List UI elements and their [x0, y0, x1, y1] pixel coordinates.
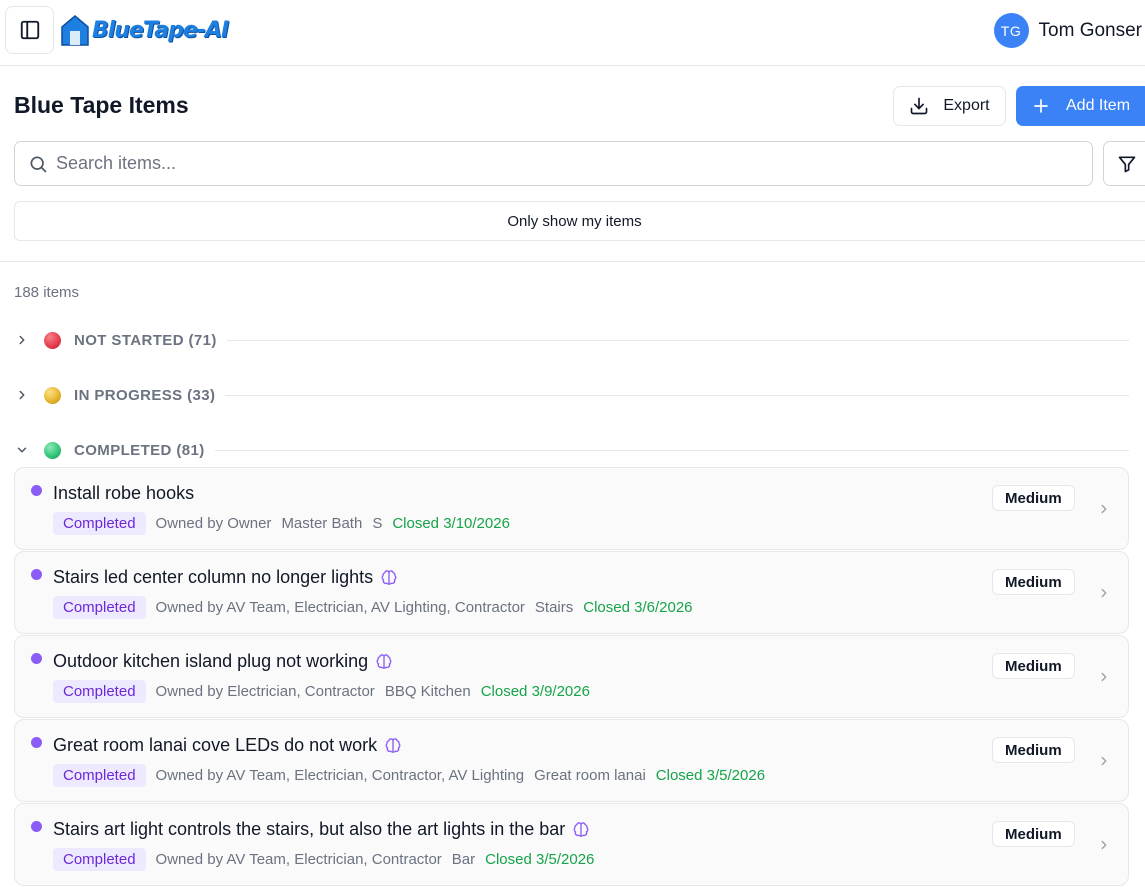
status-indicator-dot: [31, 485, 42, 496]
item-meta: Completed Owned by AV Team, Electrician,…: [53, 848, 594, 871]
sidebar-toggle-button[interactable]: [5, 6, 54, 54]
priority-badge: Medium: [992, 653, 1075, 679]
item-closed-date: Closed 3/10/2026: [392, 515, 510, 532]
add-item-button[interactable]: Add Item: [1016, 86, 1145, 126]
ai-brain-icon: [385, 737, 401, 753]
group-label: IN PROGRESS (33): [74, 386, 216, 404]
item-location: Master Bath: [281, 515, 363, 532]
group-completed[interactable]: COMPLETED (81): [14, 438, 1129, 462]
item-title: Install robe hooks: [53, 483, 195, 503]
status-indicator-dot: [31, 737, 42, 748]
group-in-progress[interactable]: IN PROGRESS (33): [14, 383, 1129, 407]
list-item[interactable]: Install robe hooks Completed Owned by Ow…: [14, 467, 1129, 550]
item-closed-date: Closed 3/9/2026: [480, 683, 590, 700]
sidebar-panel-icon: [20, 20, 39, 40]
chevron-right-icon[interactable]: [1097, 669, 1111, 685]
chevron-right-icon[interactable]: [1097, 837, 1111, 853]
list-item[interactable]: Stairs led center column no longer light…: [14, 551, 1129, 634]
chevron-right-icon: [19, 335, 25, 345]
priority-badge: Medium: [992, 821, 1075, 847]
group-not-started[interactable]: NOT STARTED (71): [14, 328, 1129, 352]
item-count: 188 items: [14, 284, 80, 301]
item-owner: Owned by Electrician, Contractor: [155, 683, 375, 700]
only-my-items-toggle[interactable]: Only show my items: [14, 201, 1145, 241]
priority-badge: Medium: [992, 737, 1075, 763]
item-title: Great room lanai cove LEDs do not work: [53, 735, 402, 756]
item-owner: Owned by AV Team, Electrician, AV Lighti…: [155, 599, 525, 616]
chevron-right-icon[interactable]: [1097, 585, 1111, 601]
item-title: Outdoor kitchen island plug not working: [53, 651, 393, 672]
export-button[interactable]: Export: [893, 86, 1006, 126]
status-badge: Completed: [53, 764, 146, 787]
user-name[interactable]: Tom Gonser: [1039, 20, 1142, 42]
status-dot-green: [44, 441, 61, 459]
status-badge: Completed: [53, 848, 146, 871]
filter-button[interactable]: [1103, 141, 1145, 186]
section-divider: [0, 261, 1145, 262]
item-extra: S: [372, 515, 383, 532]
export-label: Export: [943, 97, 990, 114]
list-item[interactable]: Stairs art light controls the stairs, bu…: [14, 803, 1129, 886]
status-indicator-dot: [31, 653, 42, 664]
item-owner: Owned by Owner: [155, 515, 272, 532]
priority-badge: Medium: [992, 569, 1075, 595]
list-item[interactable]: Great room lanai cove LEDs do not work C…: [14, 719, 1129, 802]
ai-brain-icon: [376, 653, 392, 669]
priority-badge: Medium: [992, 485, 1075, 511]
avatar[interactable]: TG: [993, 13, 1029, 48]
top-bar: BlueTape-AI TG Tom Gonser: [0, 0, 1145, 66]
search-box[interactable]: [14, 141, 1093, 186]
add-item-label: Add Item: [1066, 97, 1131, 114]
search-icon: [30, 156, 47, 172]
group-label: COMPLETED (81): [74, 441, 205, 459]
item-owner: Owned by AV Team, Electrician, Contracto…: [155, 767, 525, 784]
item-meta: Completed Owned by AV Team, Electrician,…: [53, 596, 693, 619]
status-badge: Completed: [53, 512, 146, 535]
filter-icon: [1118, 156, 1136, 172]
item-location: BBQ Kitchen: [384, 683, 471, 700]
chevron-down-icon: [17, 447, 27, 453]
item-location: Great room lanai: [534, 767, 646, 784]
plus-icon: [1034, 99, 1048, 113]
house-logo-icon: [61, 15, 89, 46]
item-closed-date: Closed 3/5/2026: [655, 767, 766, 784]
chevron-right-icon[interactable]: [1097, 753, 1111, 769]
item-owner: Owned by AV Team, Electrician, Contracto…: [155, 851, 442, 868]
app-logo[interactable]: BlueTape-AI: [60, 11, 229, 49]
item-location: Stairs: [534, 599, 574, 616]
list-item[interactable]: Outdoor kitchen island plug not working …: [14, 635, 1129, 718]
item-title: Stairs art light controls the stairs, bu…: [53, 819, 590, 840]
status-indicator-dot: [31, 821, 42, 832]
item-closed-date: Closed 3/5/2026: [485, 851, 595, 868]
chevron-right-icon[interactable]: [1097, 501, 1111, 517]
chevron-right-icon: [19, 390, 25, 400]
logo-text: BlueTape-AI: [92, 17, 229, 43]
status-badge: Completed: [53, 680, 146, 703]
item-meta: Completed Owned by Owner Master Bath S C…: [53, 512, 510, 535]
item-meta: Completed Owned by Electrician, Contract…: [53, 680, 590, 703]
page-title: Blue Tape Items: [14, 92, 189, 118]
search-input[interactable]: [56, 153, 956, 174]
group-label: NOT STARTED (71): [74, 331, 217, 349]
status-badge: Completed: [53, 596, 146, 619]
item-title: Stairs led center column no longer light…: [53, 567, 398, 588]
ai-brain-icon: [573, 821, 589, 837]
status-dot-red: [44, 331, 61, 349]
download-icon: [911, 97, 928, 115]
ai-brain-icon: [381, 569, 397, 585]
item-meta: Completed Owned by AV Team, Electrician,…: [53, 764, 765, 787]
user-menu[interactable]: TG Tom Gonser: [993, 13, 1142, 48]
status-dot-yellow: [44, 386, 61, 404]
item-closed-date: Closed 3/6/2026: [583, 599, 693, 616]
item-location: Bar: [451, 851, 476, 868]
status-indicator-dot: [31, 569, 42, 580]
